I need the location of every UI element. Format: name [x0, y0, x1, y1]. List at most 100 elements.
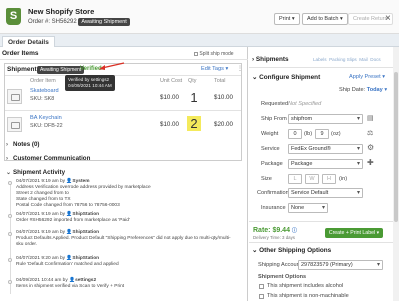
activity-entry: 04/07/2021 9:19 am by 👤ShipStation Order…	[16, 212, 241, 224]
gear-icon[interactable]: ⚙	[367, 143, 374, 152]
split-ship-checkbox[interactable]	[194, 51, 198, 56]
red-arrow-annotation	[99, 62, 125, 70]
size-width-input[interactable]: W	[305, 174, 319, 184]
alcohol-checkbox[interactable]	[259, 284, 264, 289]
customer-comm-label: Customer Communication	[13, 155, 91, 162]
info-icon[interactable]: ⓘ	[292, 228, 297, 234]
weight-oz-input[interactable]: 9	[315, 129, 329, 139]
item-qty: 1	[190, 90, 198, 105]
timeline-dot	[8, 232, 12, 236]
activity-user: settings2	[75, 278, 97, 283]
activity-user: ShipStation	[72, 256, 100, 261]
activity-timestamp: 04/07/2021 9:19 am by	[16, 179, 66, 184]
shipment-options-label: Shipment Options	[258, 274, 307, 280]
add-package-icon[interactable]: ✚	[367, 158, 374, 167]
insurance-label: Insurance	[261, 205, 286, 211]
shopify-logo-icon: S	[6, 8, 21, 25]
weight-oz-unit: (oz)	[331, 131, 341, 137]
size-length-input[interactable]: L	[288, 174, 302, 184]
item-name-link[interactable]: BA Keychain	[30, 115, 62, 121]
apply-preset-link[interactable]: Apply Preset ▾	[349, 74, 385, 80]
labels-tab[interactable]: Labels	[313, 57, 327, 62]
tooltip-line-2: 04/09/2021 10:44 AM	[68, 82, 112, 88]
notes-section[interactable]: › Notes (0)	[6, 141, 39, 148]
mail-tab[interactable]: Mail	[359, 57, 367, 62]
address-book-icon[interactable]: ▤	[367, 114, 374, 122]
configure-shipment-section[interactable]: ⌄ Configure Shipment	[252, 73, 320, 81]
packing-slips-tab[interactable]: Packing Slips	[329, 57, 357, 62]
col-qty: Qty	[188, 78, 197, 84]
insurance-select[interactable]: None	[288, 203, 328, 213]
col-total: Total	[214, 78, 226, 84]
activity-timestamp: 04/07/2021 9:19 am by	[16, 230, 66, 235]
item-unit-cost: $10.00	[160, 94, 179, 101]
scrollbar-thumb[interactable]	[394, 72, 398, 222]
activity-line: Product Defaults Applied. Product Defaul…	[16, 236, 231, 241]
weight-lb-unit: (lb)	[304, 131, 313, 137]
scale-icon[interactable]: ⚖	[367, 129, 373, 137]
split-ship-label: Split ship mode	[199, 51, 234, 57]
item-sku: SKU: DFB-22	[30, 123, 63, 129]
tooltip-line-1: Verified by settings2	[68, 77, 110, 82]
timeline-line	[10, 182, 11, 294]
divider	[5, 75, 241, 76]
divider	[249, 221, 393, 222]
alcohol-option-label: This shipment includes alcohol	[267, 283, 344, 289]
activity-timestamp: 04/07/2021 9:19 am by	[16, 212, 66, 217]
create-print-label: Create + Print Label	[328, 230, 376, 236]
confirmation-label: Confirmation	[257, 190, 289, 196]
activity-user: System	[72, 179, 90, 184]
activity-line: Rule 'Default Confirmation' matched and …	[16, 262, 119, 267]
tab-order-details[interactable]: Order Details	[2, 36, 55, 47]
service-select[interactable]: FedEx Ground®	[288, 144, 363, 154]
divider	[249, 242, 393, 243]
docs-tab[interactable]: Docs	[370, 57, 380, 62]
size-unit: (in)	[339, 176, 348, 182]
size-height-input[interactable]: H	[322, 174, 336, 184]
shipment-activity-section[interactable]: ⌄ Shipment Activity	[6, 169, 65, 176]
notes-label: Notes (0)	[13, 141, 40, 148]
print-button[interactable]: Print ▾	[274, 13, 300, 25]
apply-preset-label: Apply Preset	[349, 74, 381, 80]
close-icon[interactable]: ×	[385, 13, 391, 24]
item-name-link[interactable]: Skateboard	[30, 88, 59, 94]
weight-lb-input[interactable]: 0	[288, 129, 302, 139]
requested-value: Not Specified	[288, 101, 322, 107]
activity-entry: 04/07/2021 9:19 am by 👤ShipStation Produ…	[16, 230, 241, 248]
activity-line: sku order.	[16, 242, 38, 247]
activity-user: ShipStation	[72, 230, 100, 235]
shipping-account-select[interactable]: 297823579 (Primary)	[298, 260, 383, 270]
weight-label: Weight	[261, 131, 279, 137]
shipment-doc-tabs: Labels Packing Slips Mail Docs	[313, 57, 381, 62]
package-select[interactable]: Package	[288, 159, 363, 169]
activity-user: ShipStation	[72, 212, 100, 217]
verified-tooltip: Verified by settings2 04/09/2021 10:44 A…	[65, 75, 115, 91]
shipments-section[interactable]: › Shipments	[252, 56, 289, 63]
non-machinable-checkbox[interactable]	[259, 294, 264, 299]
col-order-item: Order Item	[30, 78, 56, 84]
activity-entry: 04/07/2021 9:19 am by 👤System Address Ve…	[16, 179, 241, 209]
ship-date-label: Ship Date:	[339, 87, 366, 93]
print-label: Print	[279, 16, 291, 22]
edit-tags-link[interactable]: Edit Tags ▾	[201, 66, 228, 72]
scrollbar[interactable]	[393, 47, 399, 301]
shipping-account-label: Shipping Account	[258, 262, 302, 268]
split-ship-toggle[interactable]: Split ship mode	[194, 51, 234, 57]
divider	[249, 67, 393, 68]
activity-line: Order #SH56292 imported from marketplace…	[16, 218, 130, 223]
chevron-down-icon: ▾	[384, 87, 388, 93]
other-options-section[interactable]: ⌄ Other Shipping Options	[252, 246, 331, 254]
shipment-menu-icon[interactable]: ⋮	[237, 65, 243, 72]
service-label: Service	[261, 146, 280, 152]
non-machinable-option-label: This shipment is non-machinable	[267, 293, 349, 299]
activity-entry: 04/09/2021 10:44 am by 👤settings2 Items …	[16, 278, 241, 290]
ship-from-select[interactable]: shipfrom	[288, 114, 363, 124]
confirmation-select[interactable]: Service Default	[288, 188, 363, 198]
activity-line: Postal Code changed from 78756 to 78756-…	[16, 203, 120, 208]
create-print-label-button[interactable]: Create + Print Label ▾	[325, 228, 383, 238]
ship-date[interactable]: Ship Date: Today ▾	[339, 87, 387, 93]
customer-communication-section[interactable]: › Customer Communication	[6, 155, 90, 162]
store-name: New Shopify Store	[28, 7, 95, 16]
add-to-batch-button[interactable]: Add to Batch ▾	[302, 13, 348, 25]
order-number-label: Order #: SH56292	[28, 19, 77, 25]
